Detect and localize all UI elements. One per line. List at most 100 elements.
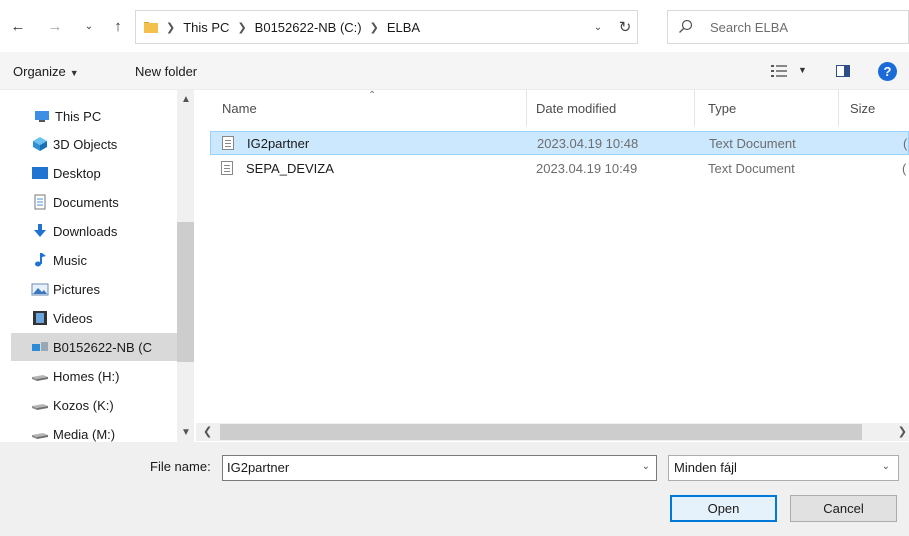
download-arrow-icon — [34, 224, 46, 237]
cube-icon — [33, 137, 47, 151]
view-options-caret-icon[interactable]: ▼ — [798, 65, 807, 75]
network-drive-icon — [32, 433, 48, 439]
breadcrumb-this-pc[interactable]: This PC — [183, 20, 229, 35]
scroll-up-chevron-icon[interactable]: ▲ — [181, 94, 191, 105]
sort-ascending-icon: ⌃ — [368, 90, 377, 101]
organize-label: Organize — [13, 64, 66, 79]
navigation-pane-scrollbar[interactable]: ▲ ▼ — [177, 90, 194, 442]
film-icon — [33, 311, 47, 325]
file-name-value: IG2partner — [227, 460, 290, 475]
column-header-name[interactable]: Name — [222, 90, 257, 126]
breadcrumb: ❯ This PC ❯ B0152622-NB (C:) ❯ ELBA — [166, 11, 420, 43]
back-arrow-icon[interactable]: ← — [8, 15, 28, 37]
type-cell: Text Document — [709, 136, 796, 151]
forward-arrow-icon[interactable]: → — [45, 15, 65, 37]
breadcrumb-chevron-icon: ❯ — [237, 21, 247, 34]
nav-item-label: Homes (H:) — [53, 368, 120, 384]
nav-item-label: Pictures — [53, 281, 100, 297]
refresh-icon[interactable]: ↻ — [614, 15, 636, 39]
table-row[interactable]: SEPA_DEVIZA 2023.04.19 10:49 Text Docume… — [210, 157, 909, 181]
breadcrumb-chevron-icon: ❯ — [369, 21, 379, 34]
breadcrumb-elba[interactable]: ELBA — [387, 20, 420, 35]
file-type-value: Minden fájl — [674, 460, 737, 475]
help-icon[interactable]: ? — [878, 62, 897, 81]
nav-item-desktop[interactable]: Desktop — [11, 159, 179, 187]
nav-item-label: Documents — [53, 194, 119, 210]
nav-item-label: B0152622-NB (C — [53, 339, 152, 355]
file-name-cell: IG2partner — [247, 136, 310, 151]
cancel-button[interactable]: Cancel — [790, 495, 897, 522]
file-type-select[interactable]: Minden fájl ⌄ — [668, 455, 899, 481]
nav-item-local-drive[interactable]: B0152622-NB (C — [11, 333, 177, 361]
nav-item-videos[interactable]: Videos — [11, 304, 179, 332]
file-name-input[interactable]: IG2partner ⌄ — [222, 455, 657, 481]
search-placeholder: Search ELBA — [710, 20, 789, 35]
network-drive-icon — [32, 375, 48, 381]
nav-item-label: 3D Objects — [53, 136, 118, 152]
view-options-icon[interactable] — [771, 65, 787, 77]
chevron-down-icon[interactable]: ⌄ — [642, 461, 650, 472]
nav-item-label: Downloads — [53, 223, 118, 239]
preview-pane-icon[interactable] — [836, 65, 850, 77]
nav-item-kozos-drive[interactable]: Kozos (K:) — [11, 391, 179, 419]
open-button[interactable]: Open — [670, 495, 777, 522]
nav-item-documents[interactable]: Documents — [11, 188, 179, 216]
column-divider[interactable] — [694, 90, 695, 126]
nav-item-pictures[interactable]: Pictures — [11, 275, 179, 303]
column-header-date-modified[interactable]: Date modified — [536, 90, 616, 126]
column-header-type[interactable]: Type — [708, 90, 736, 126]
column-header-size[interactable]: Size — [850, 90, 875, 126]
nav-item-label: This PC — [55, 108, 102, 124]
nav-item-3d-objects[interactable]: 3D Objects — [11, 130, 179, 158]
folder-icon — [144, 22, 158, 33]
scroll-left-chevron-icon[interactable]: ❮ — [203, 425, 212, 438]
file-list: ⌃ Name Date modified Type Size IG2partne… — [196, 90, 909, 442]
picture-icon — [31, 283, 49, 296]
music-note-icon — [35, 253, 46, 267]
local-drive-icon — [32, 342, 48, 351]
column-divider[interactable] — [838, 90, 839, 126]
column-divider[interactable] — [526, 90, 527, 126]
nav-item-label: Media (M:) — [53, 426, 116, 442]
recent-locations-chevron-icon[interactable]: ⌄ — [79, 15, 99, 37]
organize-button[interactable]: Organize ▼ — [13, 64, 79, 79]
computer-icon — [35, 111, 49, 122]
type-cell: Text Document — [708, 161, 795, 176]
up-arrow-icon[interactable]: ↑ — [108, 15, 128, 37]
navigation-pane: This PC 3D Objects Desktop Documents Dow… — [0, 90, 196, 442]
desktop-icon — [32, 167, 48, 179]
date-modified-cell: 2023.04.19 10:48 — [537, 136, 639, 151]
search-box[interactable]: Search ELBA — [667, 10, 909, 44]
text-file-icon — [221, 161, 233, 175]
network-drive-icon — [32, 404, 48, 410]
nav-item-label: Videos — [53, 310, 93, 326]
new-folder-button[interactable]: New folder — [135, 64, 197, 79]
nav-item-downloads[interactable]: Downloads — [11, 217, 179, 245]
size-cell: ( — [902, 161, 907, 176]
scroll-right-chevron-icon[interactable]: ❯ — [898, 425, 907, 438]
caret-down-icon: ▼ — [69, 68, 79, 78]
search-icon — [679, 19, 693, 33]
command-bar: Organize ▼ New folder ▼ ? — [0, 52, 909, 90]
file-name-label: File name: — [150, 459, 211, 474]
text-file-icon — [222, 136, 234, 150]
nav-item-homes-drive[interactable]: Homes (H:) — [11, 362, 179, 390]
breadcrumb-drive[interactable]: B0152622-NB (C:) — [255, 20, 362, 35]
nav-item-label: Desktop — [53, 165, 101, 181]
scrollbar-thumb[interactable] — [220, 424, 862, 440]
breadcrumb-chevron-icon: ❯ — [166, 21, 176, 34]
address-dropdown-chevron-icon[interactable]: ⌄ — [590, 19, 606, 35]
date-modified-cell: 2023.04.19 10:49 — [536, 161, 638, 176]
nav-item-this-pc[interactable]: This PC — [11, 102, 179, 130]
chevron-down-icon[interactable]: ⌄ — [882, 461, 890, 472]
file-list-horizontal-scrollbar[interactable]: ❮ ❯ — [196, 423, 909, 441]
scroll-down-chevron-icon[interactable]: ▼ — [181, 427, 191, 438]
scrollbar-thumb[interactable] — [177, 222, 194, 362]
nav-item-music[interactable]: Music — [11, 246, 179, 274]
size-cell: ( — [903, 136, 908, 151]
nav-item-label: Kozos (K:) — [53, 397, 114, 413]
table-row[interactable]: IG2partner 2023.04.19 10:48 Text Documen… — [210, 131, 909, 155]
address-bar[interactable]: ❯ This PC ❯ B0152622-NB (C:) ❯ ELBA ⌄ ↻ — [135, 10, 638, 44]
nav-item-label: Music — [53, 252, 87, 268]
address-bar-row: ← → ⌄ ↑ ❯ This PC ❯ B0152622-NB (C:) ❯ E… — [0, 0, 909, 52]
